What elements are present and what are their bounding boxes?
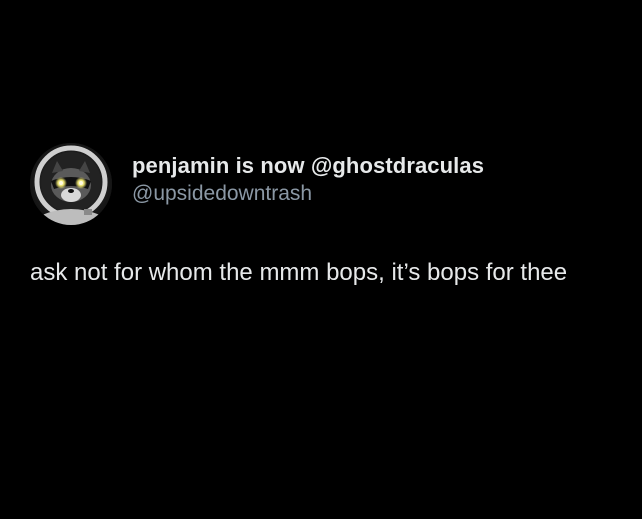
avatar[interactable] [30,143,112,225]
tweet-header: penjamin is now @ghostdraculas @upsidedo… [30,142,630,226]
tweet-card: penjamin is now @ghostdraculas @upsidedo… [30,142,630,289]
tweet-text: ask not for whom the mmm bops, it’s bops… [30,259,568,286]
author-names: penjamin is now @ghostdraculas @upsidedo… [132,152,484,208]
raccoon-astronaut-avatar-icon [30,143,112,225]
display-name[interactable]: penjamin is now @ghostdraculas [132,152,484,180]
user-handle[interactable]: @upsidedowntrash [132,180,484,208]
